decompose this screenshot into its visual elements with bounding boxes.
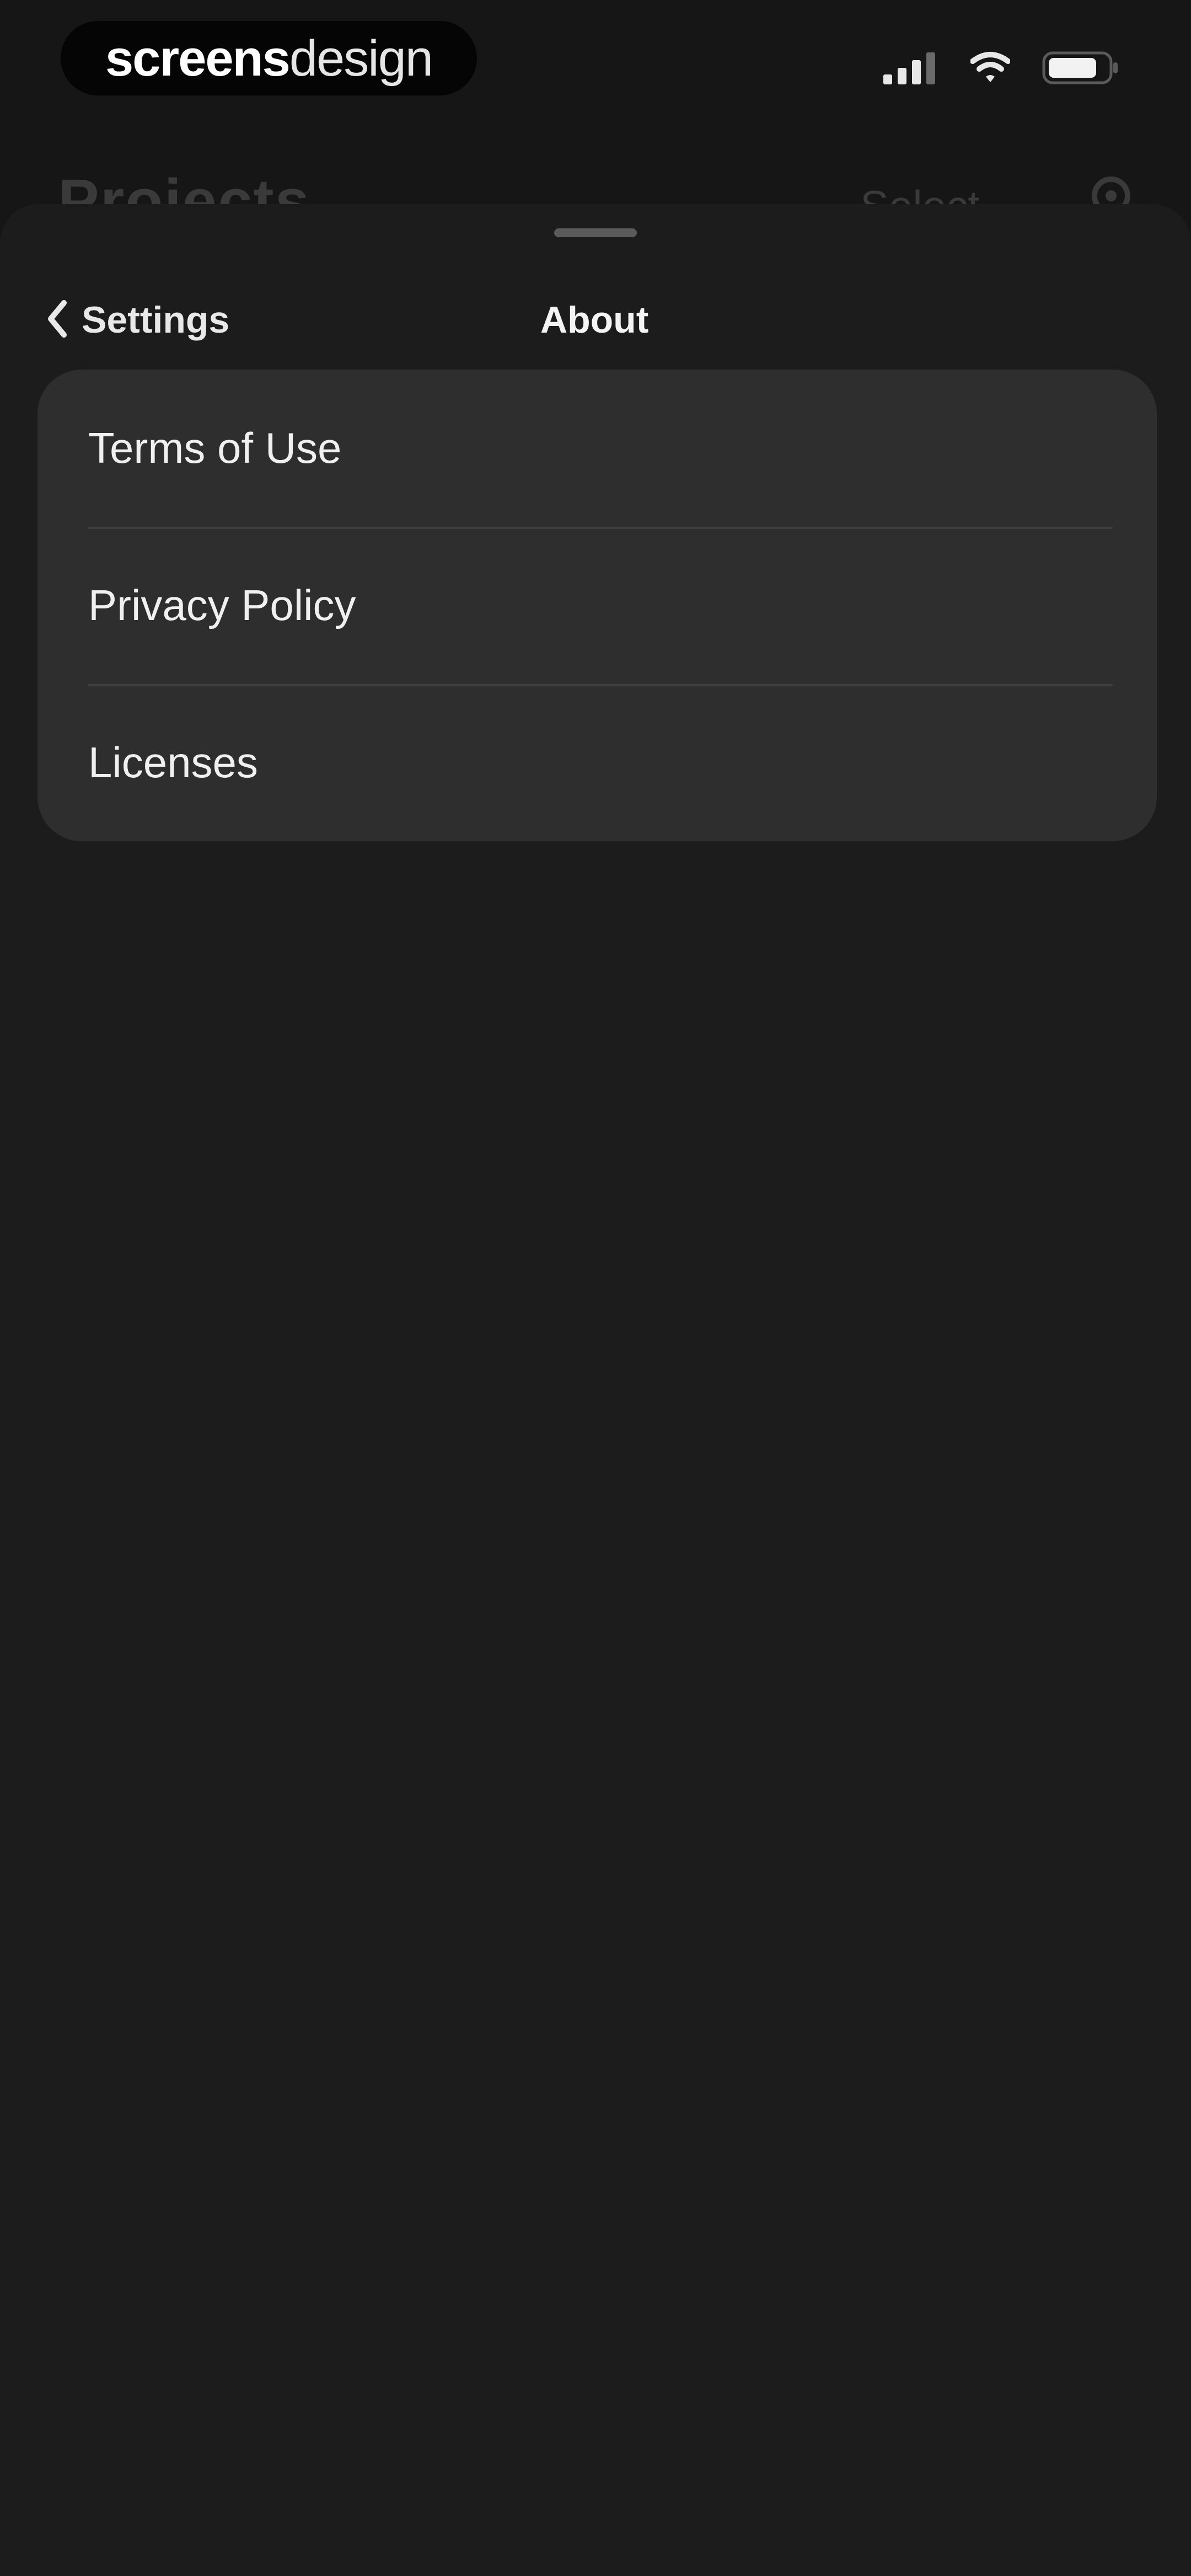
list-item-label: Licenses	[88, 738, 258, 787]
brand-primary-text: screens	[105, 30, 291, 87]
about-list: Terms of Use Privacy Policy Licenses	[37, 370, 1157, 841]
status-bar: screensdesign	[0, 0, 1191, 132]
wifi-icon	[970, 51, 1010, 84]
sheet-grabber[interactable]	[554, 228, 637, 237]
cellular-signal-icon	[883, 51, 938, 84]
status-icons	[883, 49, 1119, 87]
battery-icon	[1042, 50, 1119, 85]
list-item-label: Terms of Use	[88, 424, 342, 472]
terms-of-use-row[interactable]: Terms of Use	[37, 370, 1157, 527]
back-button-label: Settings	[82, 299, 230, 341]
navigation-bar: Settings About	[0, 270, 1191, 353]
about-sheet: Settings About Terms of Use Privacy Poli…	[0, 204, 1191, 2576]
privacy-policy-row[interactable]: Privacy Policy	[37, 527, 1157, 684]
chevron-left-icon	[46, 300, 68, 341]
page-title: About	[540, 299, 649, 341]
brand-logo: screensdesign	[61, 21, 477, 95]
about-screen: screensdesign Projects Settings About Te…	[0, 0, 1191, 2576]
licenses-row[interactable]: Licenses	[37, 684, 1157, 841]
back-button[interactable]: Settings	[46, 292, 229, 348]
list-item-label: Privacy Policy	[88, 581, 356, 629]
brand-secondary-text: design	[289, 30, 433, 87]
